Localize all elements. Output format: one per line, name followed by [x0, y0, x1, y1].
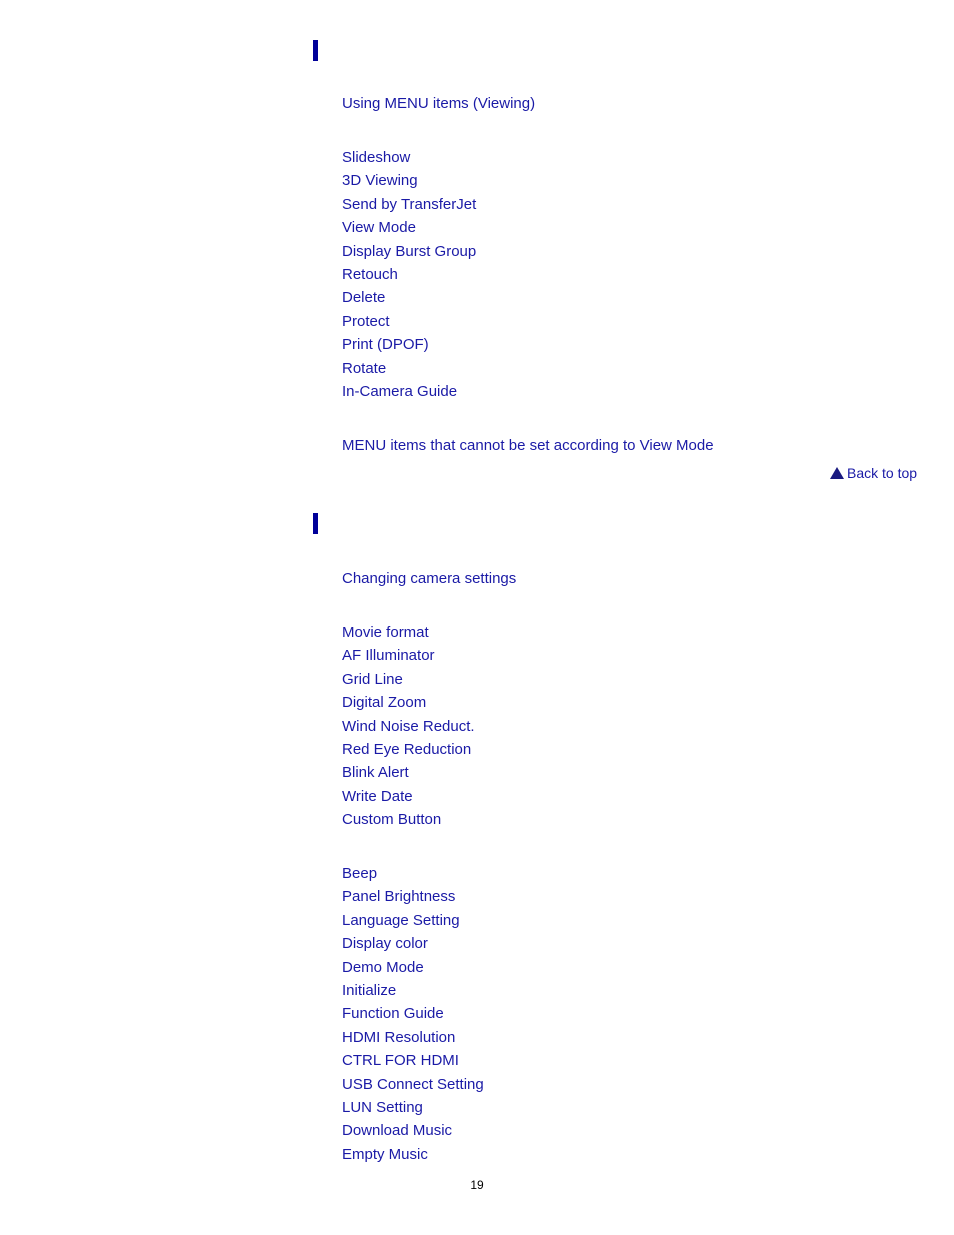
list-item[interactable]: Send by TransferJet: [342, 193, 476, 216]
list-item[interactable]: Slideshow: [342, 146, 476, 169]
list-item[interactable]: USB Connect Setting: [342, 1073, 484, 1096]
list-item[interactable]: Rotate: [342, 357, 476, 380]
list-item[interactable]: HDMI Resolution: [342, 1026, 484, 1049]
list-item[interactable]: Download Music: [342, 1119, 484, 1142]
list-item[interactable]: Delete: [342, 286, 476, 309]
section-marker-bar: [313, 40, 318, 61]
list-item[interactable]: LUN Setting: [342, 1096, 484, 1119]
list-item[interactable]: Display Burst Group: [342, 240, 476, 263]
list-item[interactable]: Grid Line: [342, 668, 475, 691]
list-item[interactable]: Language Setting: [342, 909, 484, 932]
main-settings-list: Beep Panel Brightness Language Setting D…: [342, 862, 484, 1166]
list-item[interactable]: 3D Viewing: [342, 169, 476, 192]
list-item[interactable]: Retouch: [342, 263, 476, 286]
list-item[interactable]: Digital Zoom: [342, 691, 475, 714]
list-item[interactable]: Custom Button: [342, 808, 475, 831]
list-item[interactable]: AF Illuminator: [342, 644, 475, 667]
list-item[interactable]: Protect: [342, 310, 476, 333]
back-to-top-link[interactable]: Back to top: [830, 465, 917, 481]
viewing-menu-list: Slideshow 3D Viewing Send by TransferJet…: [342, 146, 476, 403]
list-item[interactable]: Function Guide: [342, 1002, 484, 1025]
menu-items-not-set-link[interactable]: MENU items that cannot be set according …: [342, 437, 714, 455]
list-item[interactable]: Blink Alert: [342, 761, 475, 784]
section-marker-bar: [313, 513, 318, 534]
using-menu-items-viewing-link[interactable]: Using MENU items (Viewing): [342, 95, 535, 113]
list-item[interactable]: CTRL FOR HDMI: [342, 1049, 484, 1072]
list-item[interactable]: Movie format: [342, 621, 475, 644]
list-item[interactable]: Red Eye Reduction: [342, 738, 475, 761]
list-item[interactable]: Initialize: [342, 979, 484, 1002]
list-item[interactable]: Display color: [342, 932, 484, 955]
list-item[interactable]: Demo Mode: [342, 956, 484, 979]
list-item[interactable]: Empty Music: [342, 1143, 484, 1166]
list-item[interactable]: Panel Brightness: [342, 885, 484, 908]
triangle-up-icon: [830, 467, 844, 479]
list-item[interactable]: In-Camera Guide: [342, 380, 476, 403]
changing-camera-settings-link[interactable]: Changing camera settings: [342, 570, 516, 588]
camera-settings-list: Movie format AF Illuminator Grid Line Di…: [342, 621, 475, 832]
list-item[interactable]: Beep: [342, 862, 484, 885]
back-to-top-label: Back to top: [847, 465, 918, 481]
list-item[interactable]: Print (DPOF): [342, 333, 476, 356]
page-number: 19: [470, 1178, 484, 1192]
list-item[interactable]: Wind Noise Reduct.: [342, 715, 475, 738]
list-item[interactable]: Write Date: [342, 785, 475, 808]
list-item[interactable]: View Mode: [342, 216, 476, 239]
